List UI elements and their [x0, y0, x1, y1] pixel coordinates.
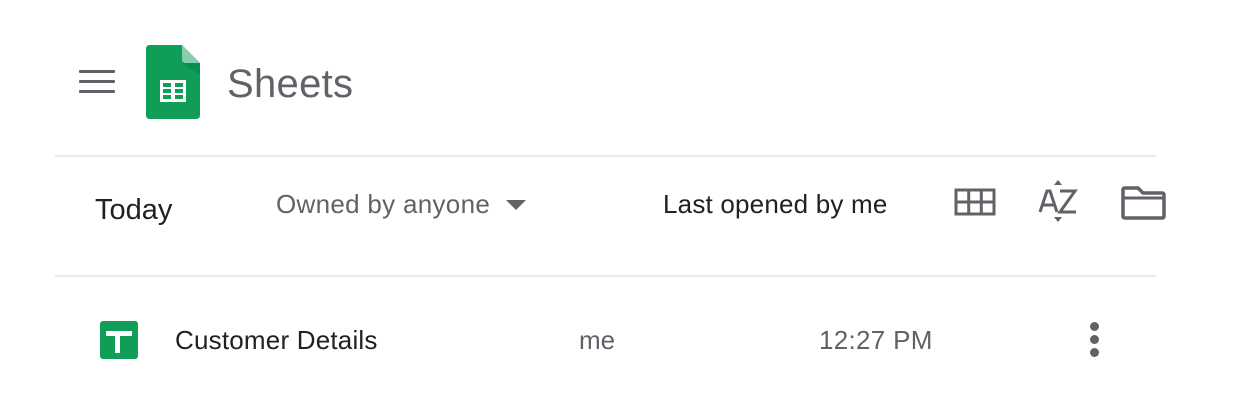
more-vert-icon[interactable] — [1076, 318, 1114, 362]
google-sheets-logo-icon[interactable] — [146, 45, 200, 119]
file-owner: me — [579, 325, 616, 355]
owner-filter-label: Owned by anyone — [276, 188, 491, 219]
sort-az-icon[interactable] — [1034, 178, 1082, 226]
app-title[interactable]: Sheets — [227, 60, 353, 108]
more-vert-dot — [1090, 335, 1099, 344]
menu-icon-line — [79, 70, 115, 73]
file-last-opened-time: 12:27 PM — [819, 325, 933, 355]
folder-icon[interactable] — [1118, 180, 1170, 224]
sheets-file-icon — [100, 321, 138, 359]
main-menu-button[interactable] — [74, 64, 120, 104]
dropdown-arrow-icon — [506, 200, 527, 210]
more-vert-dot — [1090, 322, 1099, 331]
section-title: Today — [95, 194, 173, 226]
header-divider — [55, 155, 1156, 157]
menu-icon-line — [79, 80, 115, 83]
more-vert-dot — [1090, 348, 1099, 357]
menu-icon-line — [79, 90, 115, 93]
toolbar-divider — [55, 275, 1156, 277]
owner-filter-dropdown[interactable]: Owned by anyone — [276, 185, 527, 223]
file-name[interactable]: Customer Details — [175, 322, 378, 358]
grid-view-icon[interactable] — [950, 182, 1002, 222]
sort-by-last-opened-button[interactable]: Last opened by me — [663, 186, 888, 222]
